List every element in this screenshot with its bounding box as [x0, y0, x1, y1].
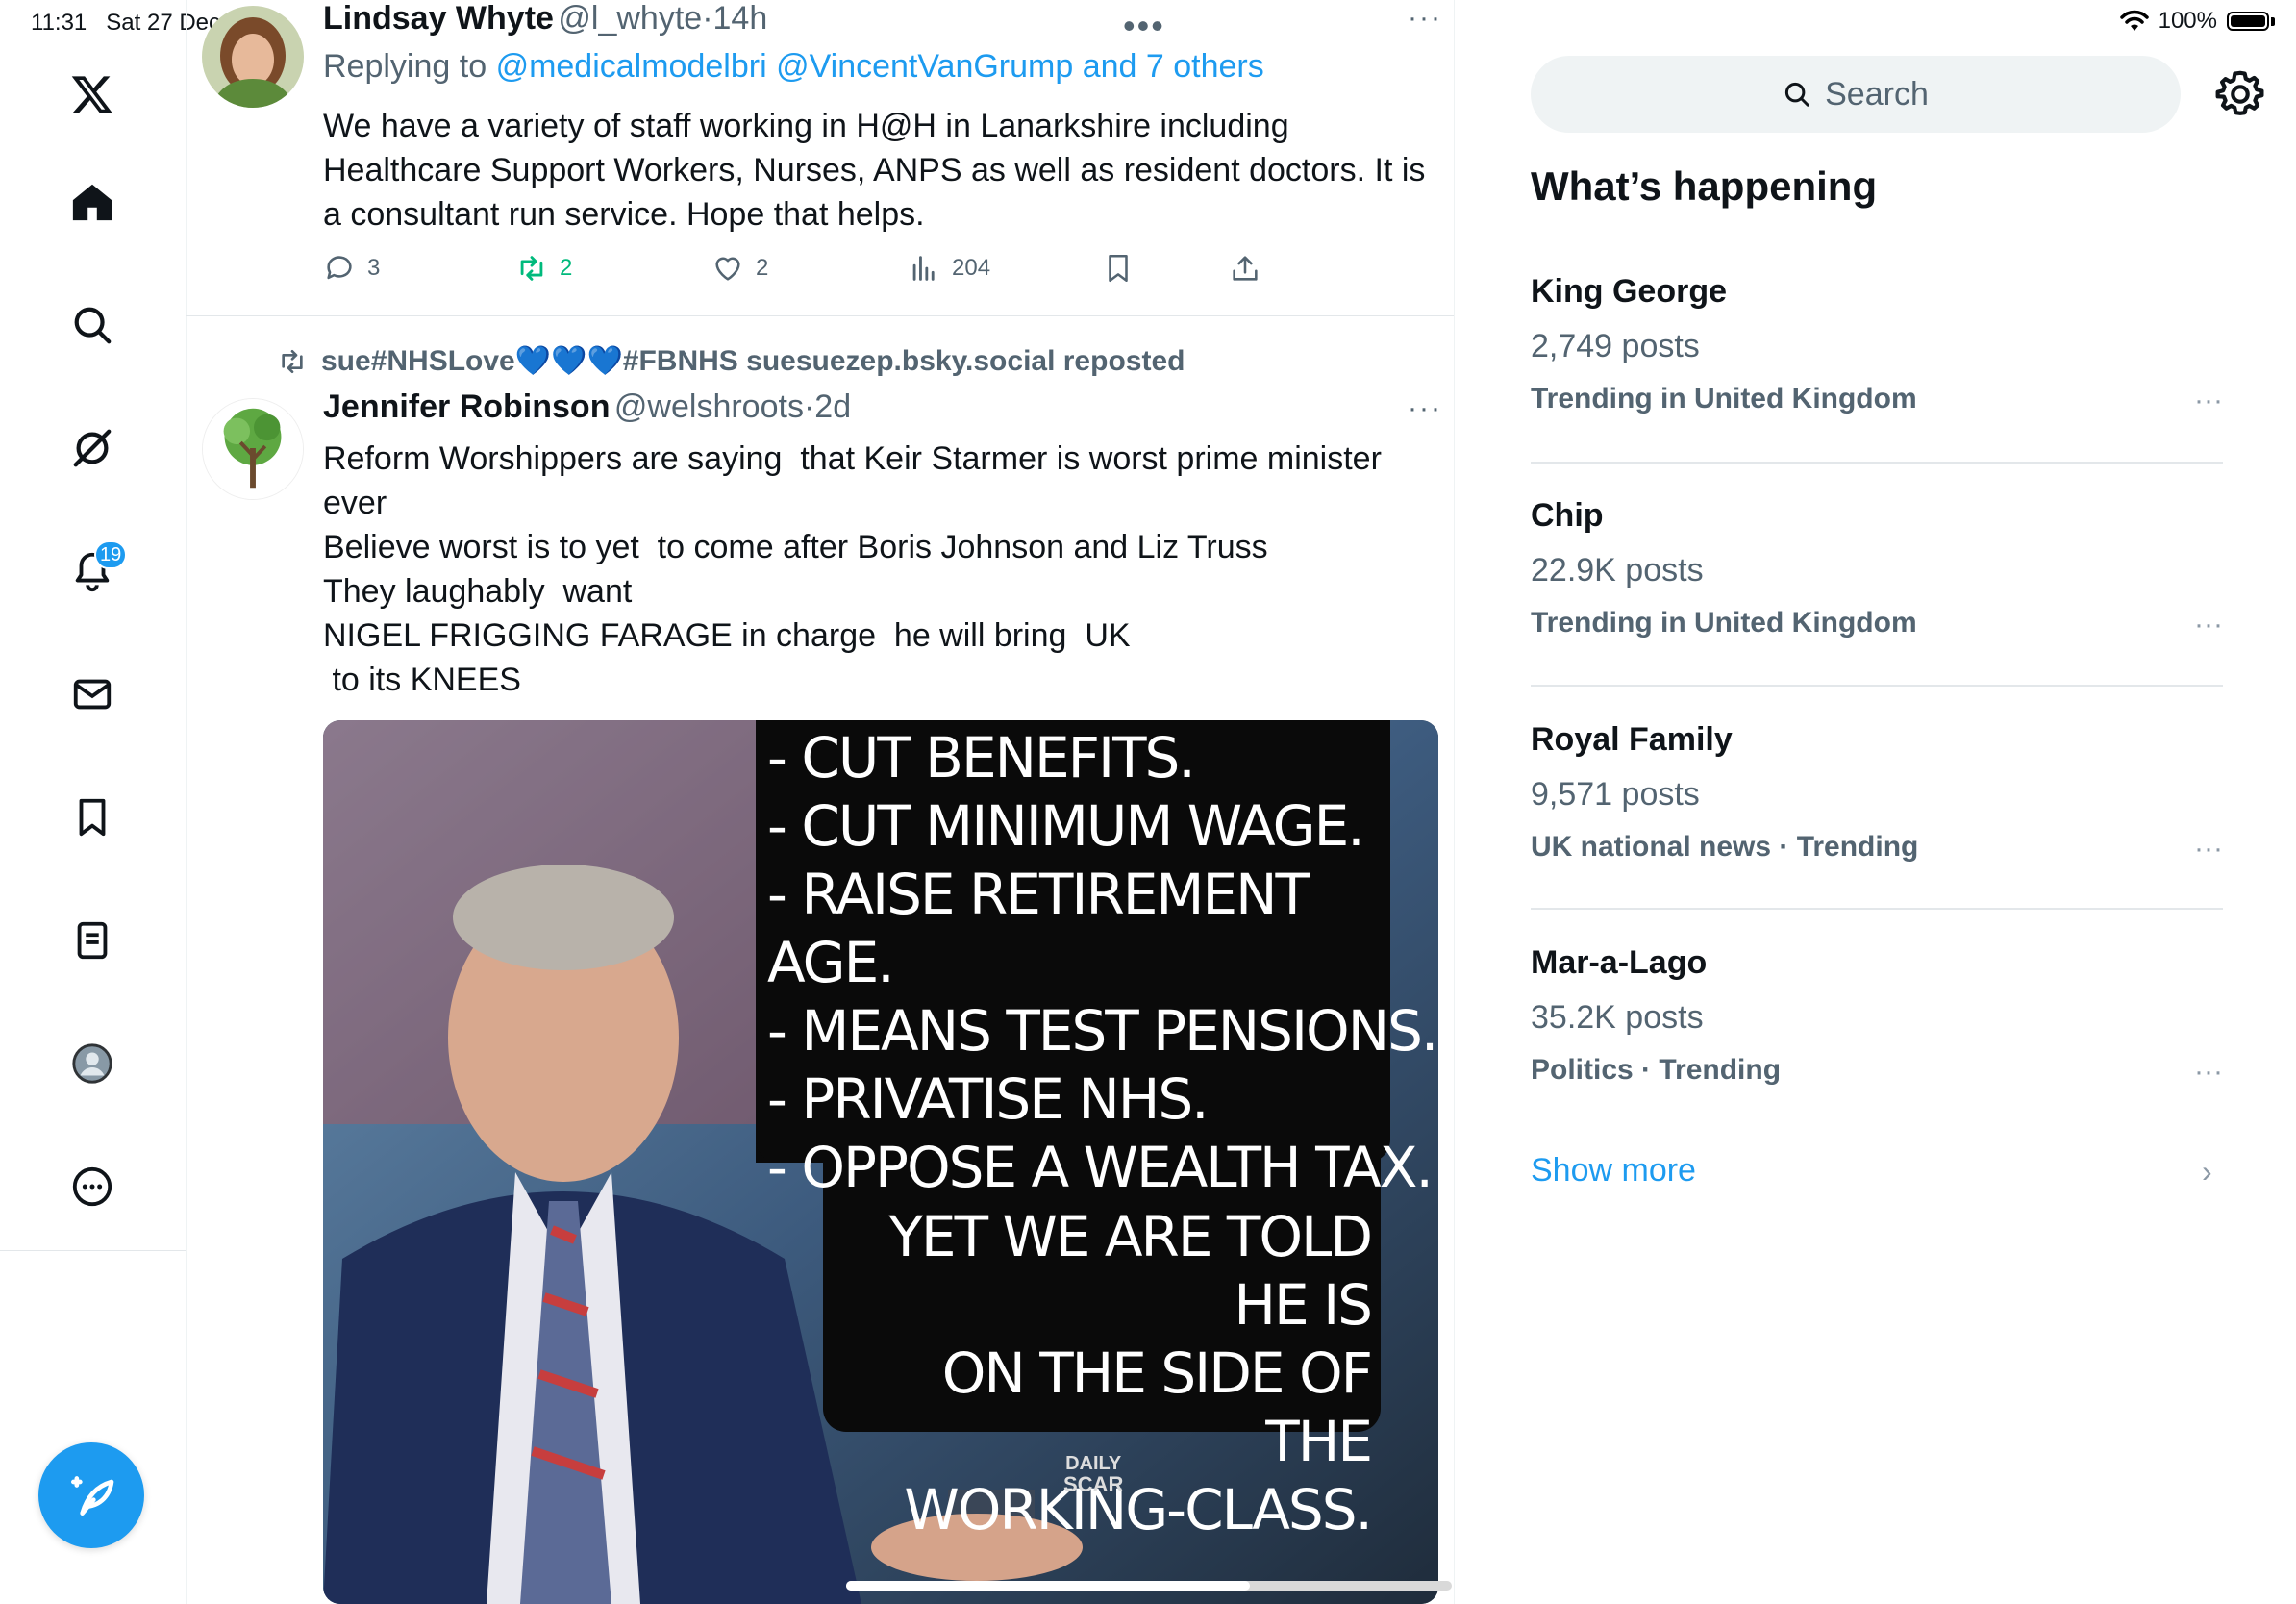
- share-button[interactable]: [1229, 252, 1261, 285]
- replying-to-link[interactable]: @medicalmodelbri @VincentVanGrump and 7 …: [496, 48, 1264, 85]
- status-indicators: 100%: [2119, 8, 2275, 35]
- trend-context: Trending in United Kingdom: [1531, 383, 1917, 414]
- avatar[interactable]: [202, 398, 304, 500]
- mail-icon[interactable]: [62, 664, 123, 725]
- trend-more-icon[interactable]: ···: [2194, 1056, 2223, 1089]
- settings-gear-icon[interactable]: [2213, 67, 2267, 121]
- trend-context: Trending in United Kingdom: [1531, 607, 1917, 639]
- chevron-right-icon[interactable]: ›: [2202, 1154, 2212, 1190]
- trend-context: UK national news · Trending: [1531, 831, 1919, 863]
- repost-context[interactable]: sue#NHSLove💙💙💙#FBNHS suesuezep.bsky.soci…: [277, 344, 1185, 378]
- battery-percent: 100%: [2158, 8, 2217, 34]
- tweet-more-icon[interactable]: ···: [1408, 2, 1442, 35]
- battery-icon: [2227, 12, 2269, 31]
- tweet-text: Reform Worshippers are saying that Keir …: [323, 440, 1382, 698]
- home-indicator: [846, 1581, 1452, 1591]
- like-count: 2: [756, 255, 769, 281]
- compose-button[interactable]: [38, 1442, 144, 1548]
- trend-context: Politics · Trending: [1531, 1054, 1782, 1086]
- tweet-text: We have a variety of staff working in H@…: [323, 108, 1426, 233]
- tweet-image[interactable]: - CUT BENEFITS. - CUT MINIMUM WAGE. - RA…: [323, 720, 1438, 1604]
- repost-count: 2: [560, 255, 573, 281]
- trend-title: Royal Family: [1531, 721, 1733, 758]
- post-time[interactable]: 2d: [814, 388, 851, 425]
- trend-count: 22.9K posts: [1531, 552, 1704, 589]
- trend-item[interactable]: Mar-a-Lago 35.2K posts Politics · Trendi…: [1531, 944, 2223, 1089]
- like-button[interactable]: 2: [711, 252, 768, 285]
- heart-icon: [715, 257, 740, 281]
- search-input[interactable]: Search: [1531, 56, 2181, 133]
- lists-icon[interactable]: [62, 910, 123, 971]
- trend-title: Chip: [1531, 497, 1604, 534]
- tweet-divider: [186, 315, 1454, 316]
- avatar[interactable]: [202, 6, 304, 108]
- author-name[interactable]: Jennifer Robinson: [323, 388, 610, 425]
- compose-icon: [71, 1476, 114, 1516]
- reply-icon: [327, 256, 352, 280]
- trend-more-icon[interactable]: ···: [2194, 385, 2223, 417]
- section-title: What’s happening: [1531, 163, 1878, 209]
- trend-count: 2,749 posts: [1531, 328, 1700, 364]
- views-count: 204: [952, 255, 991, 281]
- tweet-header: Jennifer Robinson @welshroots·2d: [323, 388, 852, 425]
- notifications-button[interactable]: 19: [62, 540, 128, 602]
- trend-item[interactable]: Royal Family 9,571 posts UK national new…: [1531, 721, 2223, 865]
- home-icon[interactable]: [62, 171, 123, 233]
- author-handle[interactable]: @l_whyte: [558, 0, 702, 37]
- tweet-header: Lindsay Whyte @l_whyte·14h: [323, 0, 768, 37]
- trend-title: Mar-a-Lago: [1531, 944, 1708, 981]
- repost-icon: [520, 256, 543, 281]
- wifi-icon: [2119, 10, 2149, 31]
- bookmark-icon: [1109, 254, 1128, 283]
- reposted-by: sue#NHSLove💙💙💙#FBNHS suesuezep.bsky.soci…: [321, 345, 1185, 377]
- reply-button[interactable]: 3: [323, 252, 380, 285]
- search-icon[interactable]: [62, 294, 123, 356]
- trend-item[interactable]: Chip 22.9K posts Trending in United King…: [1531, 497, 2223, 641]
- trend-item[interactable]: King George 2,749 posts Trending in Unit…: [1531, 273, 2223, 417]
- show-more-link[interactable]: Show more: [1531, 1152, 1696, 1190]
- search-icon: [1785, 82, 1809, 107]
- x-logo-icon[interactable]: [62, 63, 123, 125]
- views-button[interactable]: 204: [908, 252, 990, 285]
- profile-icon[interactable]: [62, 1033, 123, 1094]
- post-time[interactable]: 14h: [713, 0, 768, 37]
- trend-more-icon[interactable]: ···: [2194, 833, 2223, 865]
- trend-count: 9,571 posts: [1531, 776, 1700, 813]
- bookmark-icon[interactable]: [62, 787, 123, 848]
- trend-title: King George: [1531, 273, 1728, 310]
- tweet-more-icon[interactable]: ···: [1408, 392, 1442, 425]
- author-name[interactable]: Lindsay Whyte: [323, 0, 554, 37]
- notification-badge: 19: [94, 540, 128, 569]
- image-caption-list: - CUT BENEFITS. - CUT MINIMUM WAGE. - RA…: [767, 725, 1438, 1200]
- grok-icon[interactable]: [62, 417, 123, 479]
- repost-icon: [282, 349, 303, 373]
- share-icon: [1233, 256, 1258, 281]
- trend-count: 35.2K posts: [1531, 999, 1704, 1036]
- reply-count: 3: [367, 255, 381, 281]
- author-handle[interactable]: @welshroots: [614, 388, 804, 425]
- more-icon[interactable]: [62, 1156, 123, 1217]
- trend-more-icon[interactable]: ···: [2194, 609, 2223, 641]
- search-placeholder: Search: [1825, 75, 1929, 113]
- replying-to: Replying to @medicalmodelbri @VincentVan…: [323, 48, 1264, 85]
- views-icon: [912, 256, 935, 281]
- media-more-icon[interactable]: •••: [1123, 6, 1165, 46]
- bookmark-button[interactable]: [1102, 252, 1135, 285]
- repost-button[interactable]: 2: [515, 252, 572, 285]
- image-watermark: DAILY SCAR: [1063, 1453, 1124, 1496]
